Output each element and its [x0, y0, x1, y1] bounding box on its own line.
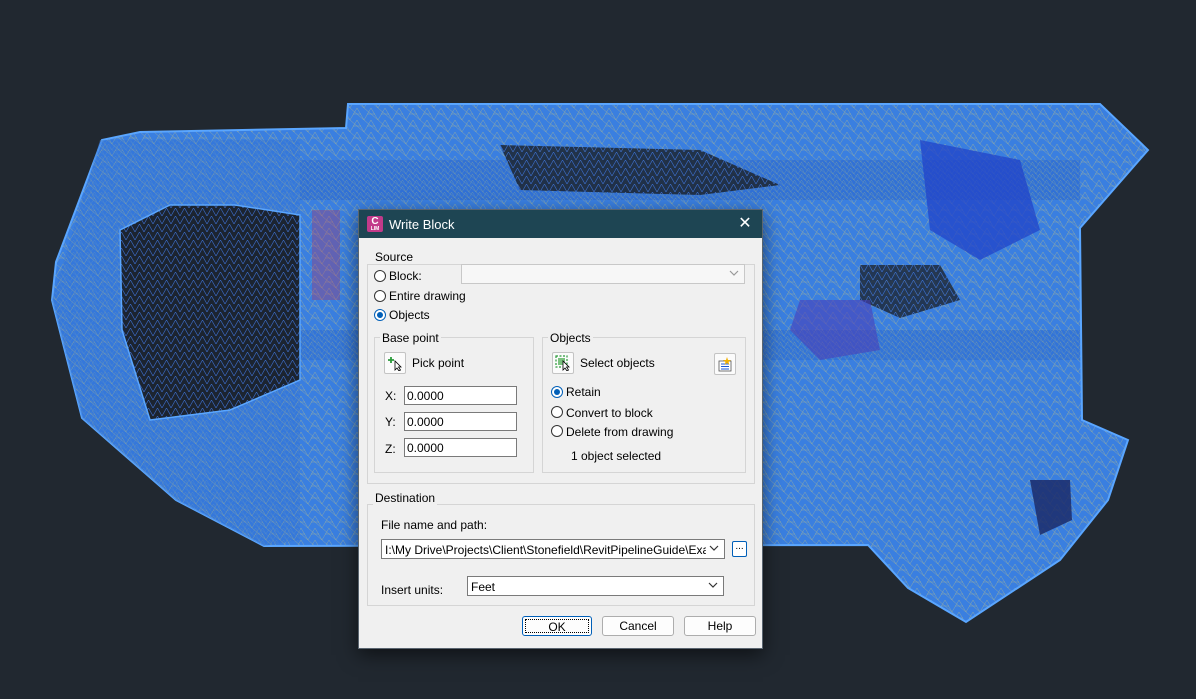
insert-units-combo[interactable]: Feet: [467, 576, 724, 596]
help-button[interactable]: Help: [684, 616, 756, 636]
quick-select-icon: [718, 357, 732, 372]
cancel-button[interactable]: Cancel: [602, 616, 674, 636]
z-label: Z:: [385, 442, 396, 456]
write-block-dialog: C LIM Write Block ✕ Source Block: Entire …: [358, 209, 763, 649]
pick-point-label[interactable]: Pick point: [412, 356, 464, 370]
entire-drawing-radio[interactable]: [374, 290, 386, 302]
retain-label[interactable]: Retain: [566, 385, 601, 399]
objects-group-label: Objects: [548, 331, 593, 345]
pick-point-button[interactable]: [384, 352, 406, 374]
chevron-down-icon: [708, 582, 718, 588]
select-objects-label[interactable]: Select objects: [580, 356, 655, 370]
chevron-down-icon: [709, 545, 719, 551]
ok-button[interactable]: OK: [522, 616, 592, 636]
autocad-app-icon: C LIM: [367, 216, 383, 232]
select-objects-button[interactable]: [552, 352, 574, 374]
close-icon[interactable]: ✕: [734, 213, 756, 235]
pick-point-icon: [388, 357, 402, 371]
chevron-down-icon: [729, 270, 739, 276]
x-label: X:: [385, 389, 397, 403]
block-name-combo[interactable]: [461, 264, 745, 284]
y-coordinate-field[interactable]: 0.0000: [404, 412, 517, 431]
block-radio[interactable]: [374, 270, 386, 282]
dialog-titlebar[interactable]: C LIM Write Block ✕: [359, 210, 762, 238]
x-coordinate-field[interactable]: 0.0000: [404, 386, 517, 405]
insert-units-label: Insert units:: [381, 583, 444, 597]
select-objects-icon: [555, 355, 570, 371]
entire-drawing-label[interactable]: Entire drawing: [389, 289, 466, 303]
browse-button[interactable]: ...: [732, 541, 747, 557]
base-point-group-label: Base point: [380, 331, 441, 345]
quick-select-button[interactable]: [714, 353, 736, 375]
block-radio-label[interactable]: Block:: [389, 269, 422, 283]
convert-to-block-label[interactable]: Convert to block: [566, 406, 653, 420]
retain-radio[interactable]: [551, 386, 563, 398]
file-name-label: File name and path:: [381, 518, 488, 532]
z-coordinate-field[interactable]: 0.0000: [404, 438, 517, 457]
y-label: Y:: [385, 415, 396, 429]
file-path-combo[interactable]: I:\My Drive\Projects\Client\Stonefield\R…: [381, 539, 725, 559]
delete-from-drawing-radio[interactable]: [551, 425, 563, 437]
objects-radio[interactable]: [374, 309, 386, 321]
dialog-title: Write Block: [389, 217, 455, 232]
source-group-label: Source: [373, 250, 416, 264]
destination-group-label: Destination: [373, 491, 438, 505]
selection-status: 1 object selected: [571, 449, 662, 463]
objects-radio-label[interactable]: Objects: [389, 308, 430, 322]
delete-from-drawing-label[interactable]: Delete from drawing: [566, 425, 673, 439]
convert-to-block-radio[interactable]: [551, 406, 563, 418]
